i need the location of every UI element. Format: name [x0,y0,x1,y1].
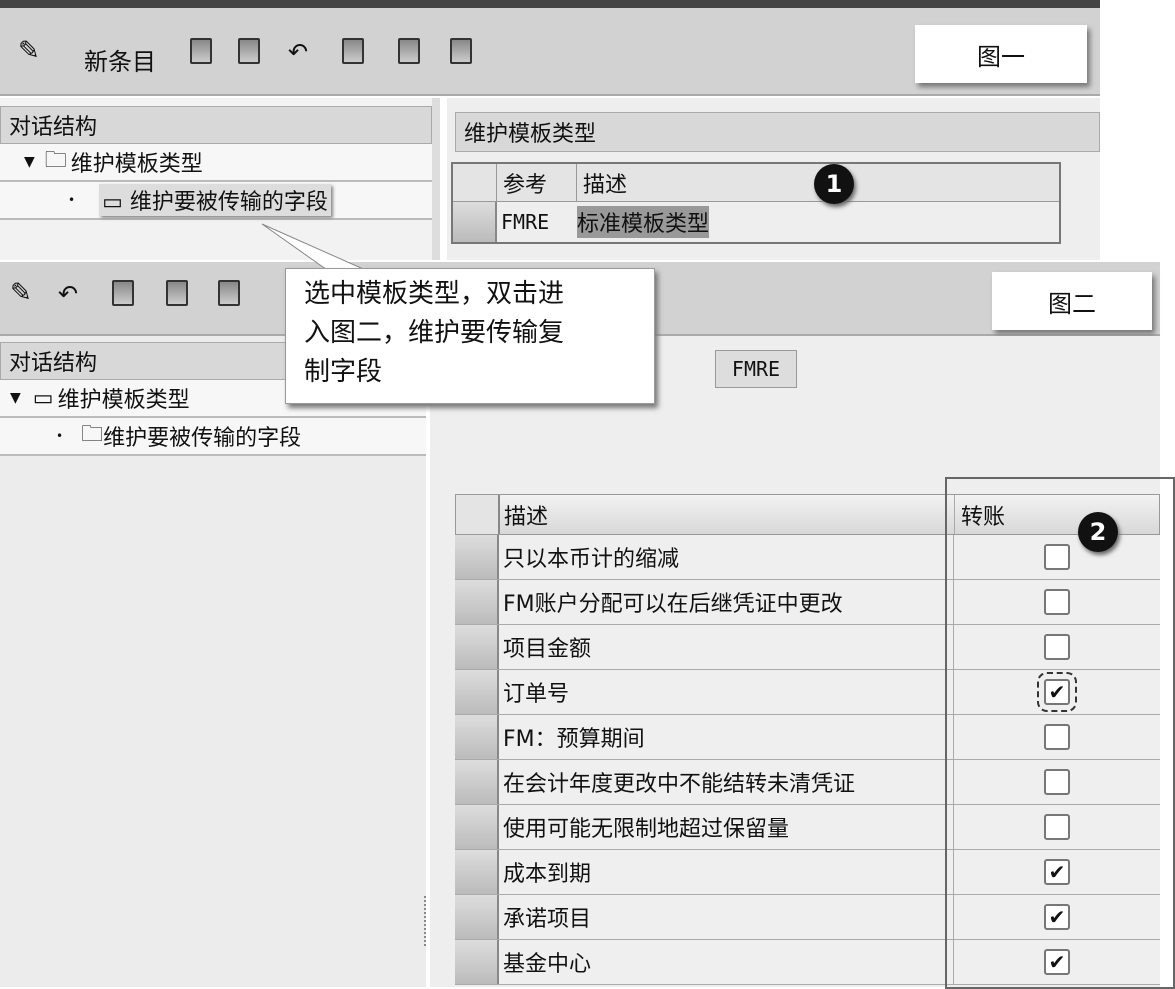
transfer-column-highlight [945,477,1175,989]
annotation-callout: 选中模板类型，双击进 入图二，维护要传输复 制字段 [285,268,655,404]
row-selector[interactable] [455,715,499,759]
marker-1: 1 [814,164,854,204]
row-selector[interactable] [455,895,499,939]
desc-cell: FM账户分配可以在后继凭证中更改 [499,580,954,624]
tree-label: 维护要被传输的字段 [103,426,302,451]
callout-line: 制字段 [304,357,383,387]
bullet-icon: • [56,429,64,443]
column-header-desc[interactable]: 描述 [500,495,955,534]
template-type-field: FMRE [715,350,797,388]
row-selector[interactable] [455,670,499,714]
splitter-handle[interactable] [424,896,428,946]
desc-cell: 使用可能无限制地超过保留量 [499,805,954,849]
desc-cell: 订单号 [499,670,954,714]
marker-2: 2 [1078,512,1118,552]
desc-cell: 只以本币计的缩减 [499,535,954,579]
tree-item-fields[interactable]: • 🗀 维护要被传输的字段 [0,418,426,456]
callout-line: 选中模板类型，双击进 [304,279,565,309]
row-selector[interactable] [455,625,499,669]
expand-arrow-icon[interactable]: ▼ [10,390,21,406]
select-all-icon[interactable] [112,280,134,306]
folder-open-icon: 🗀 [81,422,104,447]
select-all-rows[interactable] [456,495,500,534]
deselect-all-icon[interactable] [218,280,240,306]
edit-pen-icon[interactable]: ✎ [10,278,40,308]
desc-cell: 基金中心 [499,940,954,984]
figure-1-label: 图一 [915,25,1087,83]
desc-cell: 在会计年度更改中不能结转未清凭证 [499,760,954,804]
desc-cell: FM：预算期间 [499,715,954,759]
desc-cell: 项目金额 [499,625,954,669]
select-block-icon[interactable] [166,280,188,306]
row-selector[interactable] [455,535,499,579]
tree-label: 维护模板类型 [57,388,190,413]
folder-icon: ▭ [32,385,54,411]
desc-cell: 承诺项目 [499,895,954,939]
row-selector[interactable] [455,805,499,849]
callout-line: 入图二，维护要传输复 [304,318,565,348]
row-selector[interactable] [455,940,499,984]
fig2-dialog-structure: 对话结构 ▼ ▭ 维护模板类型 • 🗀 维护要被传输的字段 [0,336,426,987]
row-selector[interactable] [455,580,499,624]
undo-icon[interactable]: ↶ [58,280,88,308]
row-selector[interactable] [455,850,499,894]
figure-2-label: 图二 [992,272,1152,330]
row-selector[interactable] [455,760,499,804]
desc-cell: 成本到期 [499,850,954,894]
callout-pointer [261,223,371,273]
